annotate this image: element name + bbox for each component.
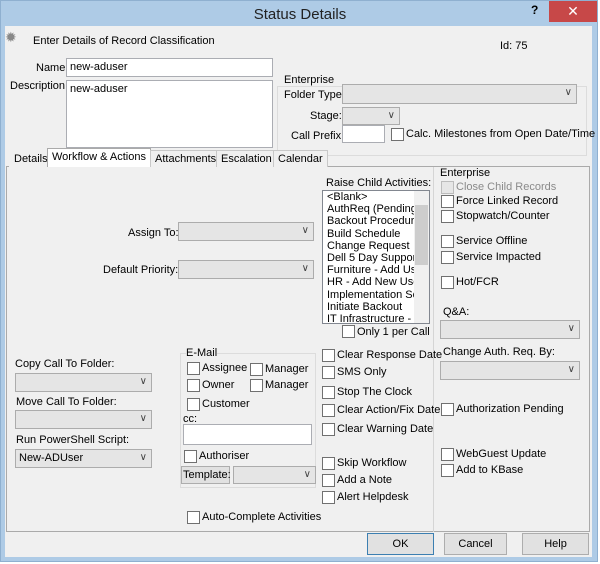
stopwatch-checkbox[interactable] — [441, 210, 454, 223]
move-call-select[interactable] — [15, 410, 152, 429]
enterprise-legend: Enterprise — [284, 74, 335, 86]
tab-calendar[interactable]: Calendar — [273, 150, 328, 167]
webguest-checkbox[interactable] — [441, 448, 454, 461]
stage-label: Stage: — [310, 110, 342, 122]
powershell-select[interactable]: New-ADUser — [15, 449, 152, 468]
calc-milestones-label: Calc. Milestones from Open Date/Time — [406, 128, 596, 140]
hot-fcr-checkbox[interactable] — [441, 276, 454, 289]
owner-label: Owner — [202, 379, 235, 391]
assign-to-label: Assign To: — [128, 227, 179, 239]
description-input[interactable]: new-aduser — [66, 80, 273, 148]
only-one-per-call-label: Only 1 per Call — [357, 326, 430, 338]
skip-workflow-checkbox[interactable] — [322, 457, 335, 470]
skip-workflow-label: Skip Workflow — [337, 457, 407, 469]
ok-button[interactable]: OK — [367, 533, 434, 555]
close-child-checkbox[interactable] — [441, 181, 454, 194]
add-a-note-checkbox[interactable] — [322, 474, 335, 487]
call-prefix-label: Call Prefix: — [291, 130, 345, 142]
clear-response-date-label: Clear Response Date — [337, 349, 443, 361]
default-priority-select[interactable] — [178, 260, 314, 279]
powershell-label: Run PowerShell Script: — [16, 434, 130, 446]
cancel-button[interactable]: Cancel — [444, 533, 507, 555]
template-button[interactable]: Template: — [181, 466, 231, 484]
service-impacted-label: Service Impacted — [456, 251, 541, 263]
change-auth-select[interactable] — [440, 361, 580, 380]
manager2-label: Manager — [265, 379, 309, 391]
stopwatch-label: Stopwatch/Counter — [456, 210, 550, 222]
call-prefix-input[interactable] — [342, 125, 385, 143]
only-one-per-call-checkbox[interactable] — [342, 325, 355, 338]
stop-the-clock-checkbox[interactable] — [322, 386, 335, 399]
auth-pending-label: Authorization Pending — [456, 403, 564, 415]
id-label: Id: 75 — [500, 40, 528, 52]
default-priority-label: Default Priority: — [103, 264, 179, 276]
enterprise-right-legend: Enterprise — [440, 167, 491, 179]
assignee-checkbox[interactable] — [187, 362, 200, 375]
scrollbar-thumb[interactable] — [415, 205, 428, 265]
stage-select[interactable] — [342, 107, 400, 125]
stop-the-clock-label: Stop The Clock — [337, 386, 413, 398]
gear-icon: ✹ — [5, 29, 17, 45]
authoriser-label: Authoriser — [199, 450, 250, 462]
force-linked-label: Force Linked Record — [456, 195, 559, 207]
clear-warning-date-checkbox[interactable] — [322, 423, 335, 436]
email-legend: E-Mail — [186, 347, 218, 359]
hot-fcr-label: Hot/FCR — [456, 276, 499, 288]
description-label: Description: — [10, 80, 69, 92]
tab-workflow-actions[interactable]: Workflow & Actions — [47, 148, 151, 167]
raise-child-label: Raise Child Activities: — [326, 177, 432, 189]
clear-warning-date-label: Clear Warning Date — [337, 423, 434, 435]
name-label: Name: — [36, 62, 69, 74]
cc-input[interactable] — [183, 424, 312, 445]
change-auth-label: Change Auth. Req. By: — [443, 346, 555, 358]
move-call-label: Move Call To Folder: — [16, 396, 117, 408]
sms-only-label: SMS Only — [337, 366, 387, 378]
manager2-checkbox[interactable] — [250, 379, 263, 392]
tab-attachments[interactable]: Attachments — [150, 150, 222, 167]
folder-type-select[interactable] — [342, 84, 577, 104]
force-linked-checkbox[interactable] — [441, 195, 454, 208]
name-input[interactable]: new-aduser — [66, 58, 273, 77]
owner-checkbox[interactable] — [187, 379, 200, 392]
listbox-scrollbar[interactable] — [414, 191, 429, 323]
template-select[interactable] — [233, 466, 316, 484]
clear-action-fix-date-label: Clear Action/Fix Date — [337, 404, 441, 416]
window-title: Status Details — [253, 6, 347, 23]
webguest-label: WebGuest Update — [456, 448, 547, 460]
close-child-label: Close Child Records — [456, 181, 557, 193]
sms-only-checkbox[interactable] — [322, 366, 335, 379]
alert-helpdesk-label: Alert Helpdesk — [337, 491, 409, 503]
assignee-label: Assignee — [202, 362, 248, 374]
manager1-checkbox[interactable] — [250, 363, 263, 376]
auto-complete-checkbox[interactable] — [187, 511, 200, 524]
qa-select[interactable] — [440, 320, 580, 339]
auth-pending-checkbox[interactable] — [441, 403, 454, 416]
qa-label: Q&A: — [443, 306, 470, 318]
customer-checkbox[interactable] — [187, 398, 200, 411]
help-button[interactable]: Help — [522, 533, 589, 555]
assign-to-select[interactable] — [178, 222, 314, 241]
service-impacted-checkbox[interactable] — [441, 251, 454, 264]
service-offline-label: Service Offline — [456, 235, 528, 247]
service-offline-checkbox[interactable] — [441, 235, 454, 248]
tab-escalation[interactable]: Escalation — [216, 150, 277, 167]
raise-child-listbox[interactable]: <Blank> AuthReq (Pending) Backout Procedur… — [322, 190, 430, 324]
folder-type-label: Folder Type: — [284, 89, 345, 101]
add-a-note-label: Add a Note — [337, 474, 393, 486]
clear-action-fix-date-checkbox[interactable] — [322, 404, 335, 417]
customer-label: Customer — [202, 398, 250, 410]
calc-milestones-checkbox[interactable] — [391, 128, 404, 141]
copy-call-label: Copy Call To Folder: — [15, 358, 115, 370]
clear-response-date-checkbox[interactable] — [322, 349, 335, 362]
add-kbase-checkbox[interactable] — [441, 464, 454, 477]
help-icon[interactable]: ? — [531, 3, 538, 17]
subtitle: Enter Details of Record Classification — [33, 35, 215, 47]
auto-complete-label: Auto-Complete Activities — [202, 511, 322, 523]
add-kbase-label: Add to KBase — [456, 464, 524, 476]
manager1-label: Manager — [265, 363, 309, 375]
copy-call-select[interactable] — [15, 373, 152, 392]
close-button[interactable]: ✕ — [549, 1, 597, 22]
authoriser-checkbox[interactable] — [184, 450, 197, 463]
alert-helpdesk-checkbox[interactable] — [322, 491, 335, 504]
